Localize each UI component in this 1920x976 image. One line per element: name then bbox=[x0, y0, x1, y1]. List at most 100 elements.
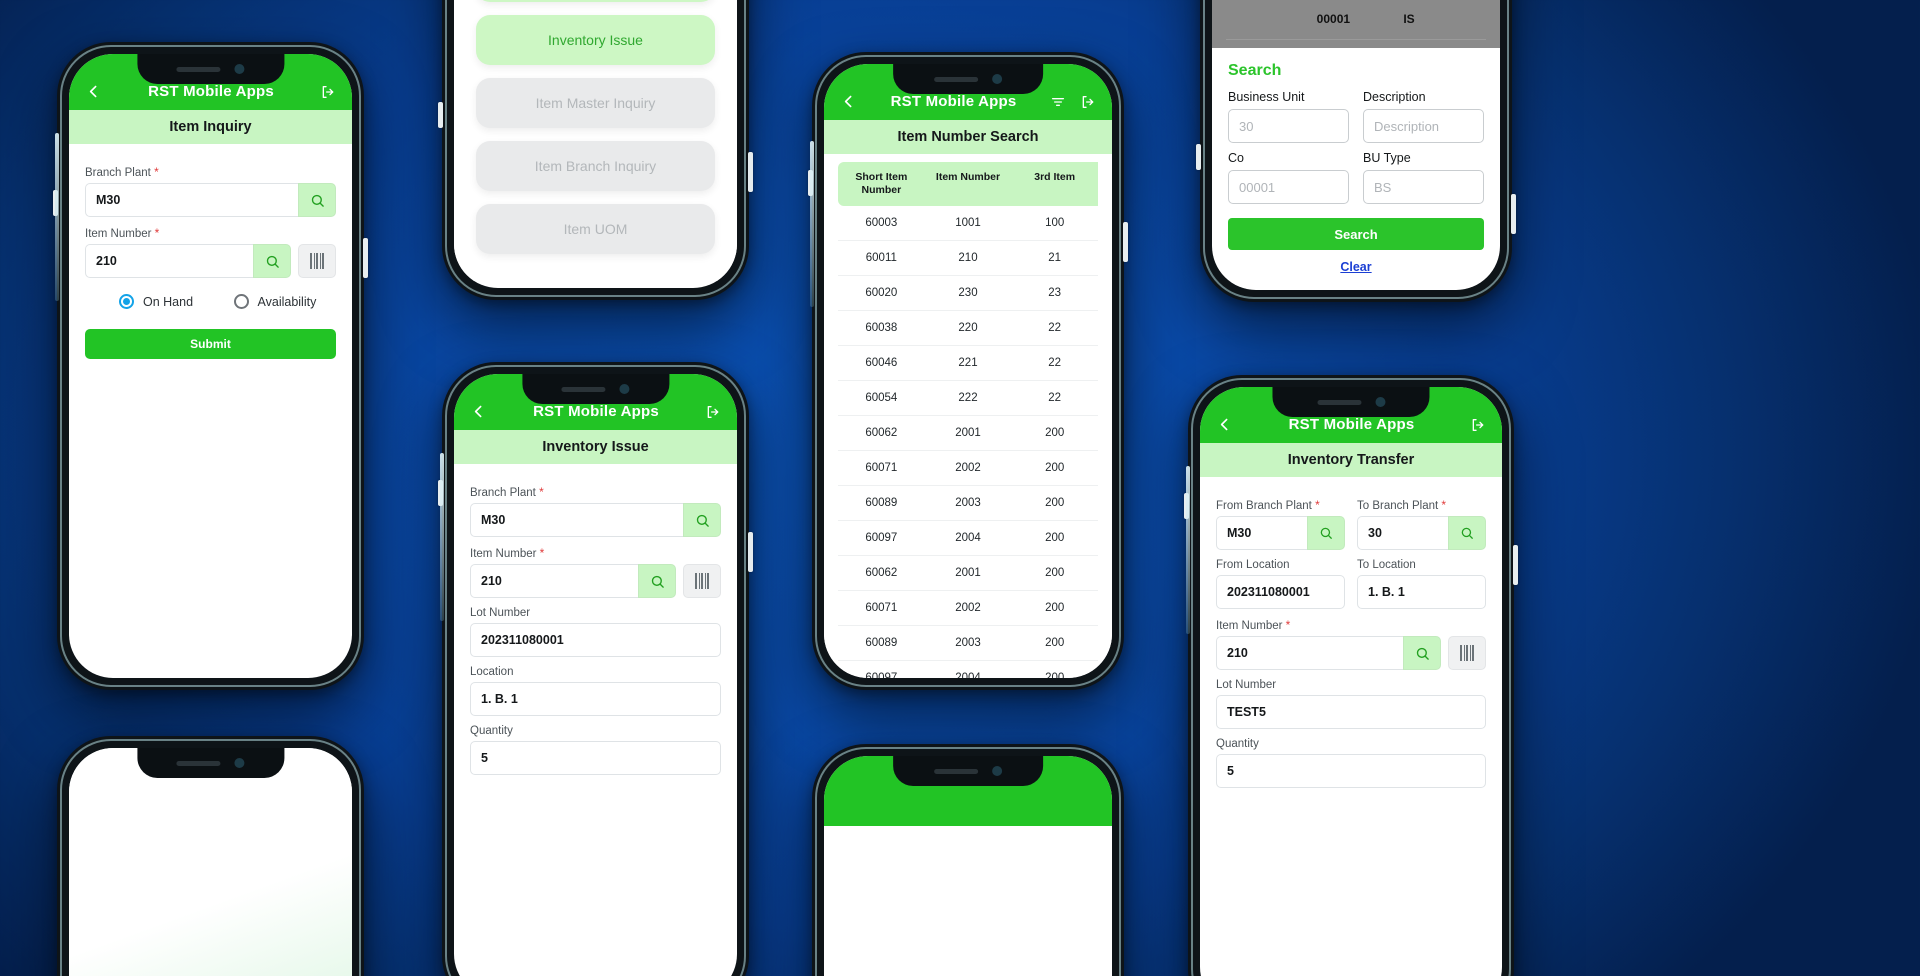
cell-3rd-item: 200 bbox=[1045, 532, 1065, 545]
column-header-item-number: Item Number bbox=[924, 162, 1012, 207]
table-row[interactable]: 60038 220 22 bbox=[838, 311, 1098, 347]
submit-button[interactable]: Submit bbox=[85, 329, 336, 359]
logout-icon[interactable] bbox=[705, 404, 721, 420]
location-input[interactable]: 1. B. 1 bbox=[470, 682, 721, 716]
phone-side-button bbox=[363, 238, 368, 278]
back-icon[interactable] bbox=[470, 403, 487, 420]
phone-bottom-left-partial bbox=[57, 736, 364, 976]
from-branch-plant-input[interactable]: M30 bbox=[1216, 516, 1307, 550]
table-row[interactable]: 600972004200 bbox=[838, 521, 1098, 557]
cell-short-item-number: 60038 bbox=[865, 322, 898, 335]
menu-item-item-master-inquiry[interactable]: Item Master Inquiry bbox=[476, 78, 715, 128]
cell-item-number: 2001 bbox=[955, 427, 981, 440]
bu-type-input[interactable]: BS bbox=[1363, 170, 1484, 204]
table-row[interactable]: 60046 221 22 bbox=[838, 346, 1098, 382]
item-number-input[interactable]: 210 bbox=[470, 564, 638, 598]
field-lot-number: TEST5 bbox=[1216, 695, 1486, 729]
cell-3rd-item: 200 bbox=[1045, 637, 1065, 650]
phone-side-button bbox=[438, 480, 443, 506]
field-branch-plant: M30 bbox=[470, 503, 721, 537]
screen-item-number-search: RST Mobile Apps Item Number Search Short… bbox=[824, 64, 1112, 678]
item-number-search-button[interactable] bbox=[253, 244, 291, 278]
table-row[interactable]: 60003 1001 100 bbox=[838, 206, 1098, 242]
barcode-icon[interactable] bbox=[298, 244, 336, 278]
from-branch-plant-search-button[interactable] bbox=[1307, 516, 1345, 550]
screen-placeholder bbox=[69, 748, 352, 976]
quantity-input[interactable]: 5 bbox=[470, 741, 721, 775]
clear-link[interactable]: Clear bbox=[1228, 260, 1484, 274]
branch-plant-search-button[interactable] bbox=[298, 183, 336, 217]
cell-item-number: 221 bbox=[958, 357, 978, 370]
cell-short-item-number: 60011 bbox=[865, 252, 897, 265]
radio-dot bbox=[233, 294, 249, 309]
table-row[interactable]: 60089 2003 200 bbox=[838, 486, 1098, 522]
item-number-search-button[interactable] bbox=[1403, 636, 1441, 670]
menu-item-inventory-adjustment[interactable]: Inventory Adjustment bbox=[476, 0, 715, 2]
field-label-quantity: Quantity bbox=[1216, 738, 1259, 750]
item-number-search-button[interactable] bbox=[638, 564, 676, 598]
to-branch-plant-input[interactable]: 30 bbox=[1357, 516, 1448, 550]
search-button[interactable]: Search bbox=[1228, 218, 1484, 250]
lot-number-input[interactable]: 202311080001 bbox=[470, 623, 721, 657]
cell-short-item-number: 60089 bbox=[865, 497, 898, 510]
item-number-input[interactable]: 210 bbox=[85, 244, 253, 278]
quantity-input[interactable]: 5 bbox=[1216, 754, 1486, 788]
cell-item-number: 220 bbox=[958, 322, 978, 335]
field-label-quantity: Quantity bbox=[470, 725, 513, 737]
description-input[interactable]: Description bbox=[1363, 109, 1484, 143]
screen-title: Item Inquiry bbox=[69, 110, 352, 144]
filter-icon[interactable] bbox=[1050, 94, 1066, 110]
barcode-icon[interactable] bbox=[1448, 636, 1486, 670]
field-co: Co 00001 bbox=[1228, 151, 1349, 204]
earpiece-speaker bbox=[1317, 399, 1361, 405]
business-unit-input[interactable]: 30 bbox=[1228, 109, 1349, 143]
field-label-location: Location bbox=[470, 666, 514, 678]
table-row[interactable]: 60062 2001 200 bbox=[838, 416, 1098, 452]
branch-plant-input[interactable]: M30 bbox=[470, 503, 683, 537]
co-input[interactable]: 00001 bbox=[1228, 170, 1349, 204]
field-lot-number: 202311080001 bbox=[470, 623, 721, 657]
back-icon[interactable] bbox=[85, 83, 102, 100]
menu-item-inventory-issue[interactable]: Inventory Issue bbox=[476, 15, 715, 65]
table-row[interactable]: 600972004200 bbox=[838, 661, 1098, 678]
phone-side-button bbox=[1513, 545, 1518, 585]
earpiece-speaker bbox=[934, 76, 978, 82]
to-branch-plant-search-button[interactable] bbox=[1448, 516, 1486, 550]
branch-plant-row: From Branch Plant * M30 To Branch Plant … bbox=[1216, 489, 1486, 550]
logout-icon[interactable] bbox=[1470, 417, 1486, 433]
cell-item-number: 210 bbox=[958, 252, 978, 265]
field-to-location: To Location 1. B. 1 bbox=[1357, 550, 1486, 609]
required-asterisk: * bbox=[1315, 498, 1320, 512]
back-icon[interactable] bbox=[840, 93, 857, 110]
from-location-input[interactable]: 202311080001 bbox=[1216, 575, 1345, 609]
phone-side-button bbox=[748, 532, 753, 572]
back-icon[interactable] bbox=[1216, 416, 1233, 433]
screen-title: Item Number Search bbox=[824, 120, 1112, 154]
branch-plant-search-button[interactable] bbox=[683, 503, 721, 537]
to-location-input[interactable]: 1. B. 1 bbox=[1357, 575, 1486, 609]
table-row[interactable]: 60071 2002 200 bbox=[838, 451, 1098, 487]
table-row[interactable]: 60011 210 21 bbox=[838, 241, 1098, 277]
radio-on-hand[interactable]: On Hand bbox=[119, 294, 222, 309]
radio-availability[interactable]: Availability bbox=[233, 294, 337, 309]
cell-item-number: 2002 bbox=[955, 462, 981, 475]
barcode-icon[interactable] bbox=[683, 564, 721, 598]
lot-number-input[interactable]: TEST5 bbox=[1216, 695, 1486, 729]
front-camera bbox=[992, 74, 1002, 84]
table-row[interactable]: 60062 2001 200 bbox=[838, 556, 1098, 592]
item-number-input[interactable]: 210 bbox=[1216, 636, 1403, 670]
menu-item-item-branch-inquiry[interactable]: Item Branch Inquiry bbox=[476, 141, 715, 191]
branch-plant-input[interactable]: M30 bbox=[85, 183, 298, 217]
field-label-item-number: Item Number * bbox=[470, 546, 545, 560]
table-row[interactable]: 60054 222 22 bbox=[838, 381, 1098, 417]
table-row[interactable]: 60071 2002 200 bbox=[838, 591, 1098, 627]
radio-dot-selected bbox=[119, 294, 134, 309]
table-row[interactable]: 60089 2003 200 bbox=[838, 626, 1098, 662]
table-row[interactable]: 60020 230 23 bbox=[838, 276, 1098, 312]
menu-item-item-uom[interactable]: Item UOM bbox=[476, 204, 715, 254]
required-asterisk: * bbox=[539, 546, 545, 560]
cell-3rd-item: 200 bbox=[1045, 462, 1065, 475]
logout-icon[interactable] bbox=[1080, 94, 1096, 110]
logout-icon[interactable] bbox=[320, 84, 336, 100]
field-item-number: 210 bbox=[85, 244, 336, 278]
